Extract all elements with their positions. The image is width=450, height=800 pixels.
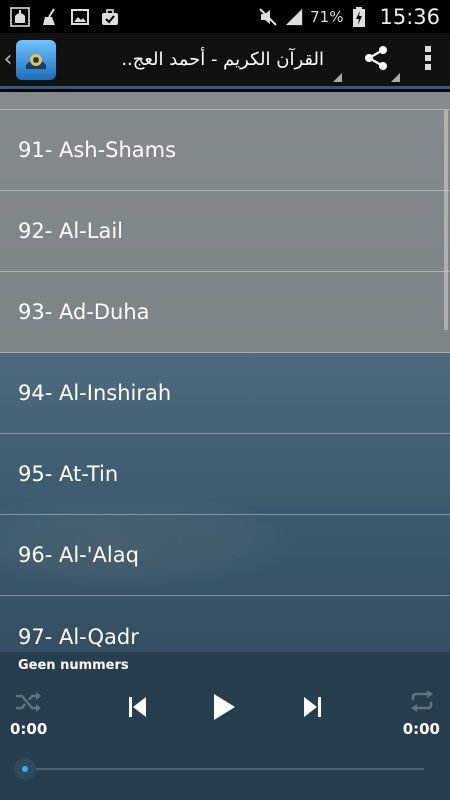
seek-bar[interactable] <box>14 756 424 780</box>
surah-list-container: 91- Ash-Shams 92- Al-Lail 93- Ad-Duha 94… <box>0 92 450 652</box>
chevron-left-icon[interactable]: ‹ <box>2 47 14 72</box>
list-item[interactable]: 97- Al-Qadr <box>0 596 450 652</box>
next-button[interactable] <box>296 694 328 724</box>
seek-thumb[interactable] <box>14 758 36 780</box>
list-item-partial[interactable] <box>0 92 450 110</box>
image-icon <box>70 7 90 27</box>
page-title: القرآن الكريم - أحمد العج.. <box>121 49 324 70</box>
clock: 15:36 <box>379 4 440 29</box>
quran-app-icon[interactable] <box>16 39 56 80</box>
list-item[interactable]: 92- Al-Lail <box>0 191 450 272</box>
more-vert-icon <box>424 45 432 75</box>
status-bar: 71% 15:36 <box>0 0 450 33</box>
system-indicators: 71% 15:36 <box>258 5 440 29</box>
list-item[interactable]: 91- Ash-Shams <box>0 110 450 191</box>
battery-charging-icon <box>349 6 369 27</box>
seek-track <box>24 768 424 770</box>
play-button[interactable] <box>206 690 242 728</box>
share-icon <box>362 44 390 76</box>
list-item[interactable]: 93- Ad-Duha <box>0 272 450 353</box>
share-button[interactable] <box>346 32 406 88</box>
list-item[interactable]: 96- Al-'Alaq <box>0 515 450 596</box>
broom-icon <box>40 7 60 27</box>
total-duration: 0:00 <box>402 720 440 738</box>
media-player: Geen nummers 0:00 0:00 <box>0 652 450 800</box>
shuffle-icon <box>14 691 42 717</box>
mosque-notification-icon <box>10 6 30 27</box>
list-item-label: 95- At-Tin <box>18 462 119 486</box>
dropdown-corner-icon <box>333 72 342 82</box>
action-bar: ‹ القرآن الكريم - أحمد العج.. <box>0 33 450 89</box>
skip-next-icon <box>302 696 322 722</box>
notification-icons <box>10 6 120 27</box>
list-item[interactable]: 94- Al-Inshirah <box>0 353 450 434</box>
list-item-label: 94- Al-Inshirah <box>18 381 172 405</box>
now-playing-label: Geen nummers <box>18 658 129 673</box>
play-icon <box>212 693 236 725</box>
overflow-menu-button[interactable] <box>406 32 450 88</box>
surah-list[interactable]: 91- Ash-Shams 92- Al-Lail 93- Ad-Duha 94… <box>0 92 450 652</box>
briefcase-check-icon <box>100 7 120 27</box>
mute-icon <box>258 7 278 27</box>
list-item-label: 91- Ash-Shams <box>18 138 177 162</box>
repeat-icon <box>409 689 435 717</box>
list-scrollbar[interactable] <box>444 110 448 330</box>
repeat-button[interactable] <box>406 688 438 718</box>
list-item[interactable]: 95- At-Tin <box>0 434 450 515</box>
list-item-label: 92- Al-Lail <box>18 219 123 243</box>
list-item-label: 97- Al-Qadr <box>18 624 139 649</box>
shuffle-button[interactable] <box>12 690 44 718</box>
elapsed-time: 0:00 <box>10 720 48 738</box>
signal-icon <box>284 7 304 27</box>
list-item-label: 93- Ad-Duha <box>18 300 150 324</box>
previous-button[interactable] <box>122 694 154 724</box>
title-spinner[interactable]: القرآن الكريم - أحمد العج.. <box>56 32 346 88</box>
dropdown-corner-icon <box>391 72 400 82</box>
skip-previous-icon <box>128 696 148 722</box>
list-item-label: 96- Al-'Alaq <box>18 543 139 567</box>
battery-percentage: 71% <box>310 7 344 26</box>
